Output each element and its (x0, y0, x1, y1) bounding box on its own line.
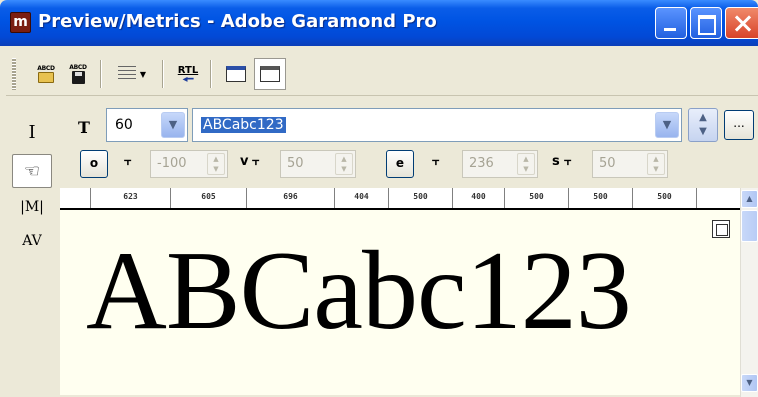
left-v-value[interactable]: 50 (287, 156, 304, 171)
panel-icon (226, 66, 246, 82)
scroll-up-icon[interactable]: ▲ (741, 190, 758, 208)
ruler-value: 696 (283, 192, 298, 201)
preview-canvas[interactable]: ABCabc123 (60, 210, 740, 395)
minimize-button[interactable] (655, 7, 687, 39)
hand-tool-button[interactable]: ☜ (12, 154, 52, 188)
title-bar[interactable]: m Preview/Metrics - Adobe Garamond Pro (0, 0, 758, 46)
open-file-icon (38, 72, 54, 83)
left-sidebearing-icon: ⫟ (124, 154, 132, 169)
right-sidebearing-icon: ⫟ (432, 154, 440, 169)
left-v-icon: ⫟ (252, 154, 260, 169)
toolbar-grip[interactable] (12, 58, 16, 90)
left-sidebearing-field[interactable]: -100 ▲ ▼ (150, 150, 228, 178)
ruler-value: 605 (201, 192, 216, 201)
save-file-label: ABCD (69, 64, 87, 71)
window-title: Preview/Metrics - Adobe Garamond Pro (38, 11, 437, 32)
ruler-cell: 605 (170, 188, 246, 208)
panel-button[interactable] (220, 58, 252, 90)
rtl-icon: ◂━ (182, 73, 194, 85)
text-cursor-icon: I (28, 122, 36, 143)
spinner-arrows-icon[interactable]: ▲ ▼ (647, 153, 665, 175)
font-size-combo[interactable]: 60 ▼ (106, 108, 188, 142)
close-button[interactable] (725, 7, 758, 39)
metrics-ruler: 623 605 696 404 500 400 500 500 500 (60, 188, 740, 210)
chevron-down-icon[interactable]: ▼ (655, 112, 679, 138)
left-v-label: v (240, 154, 249, 169)
scroll-down-icon[interactable]: ▼ (741, 374, 758, 392)
save-file-button[interactable]: ABCD (62, 58, 94, 90)
right-s-value[interactable]: 50 (599, 156, 616, 171)
line-spacing-icon (117, 66, 136, 82)
sample-text-value[interactable]: ABCabc123 (201, 117, 286, 133)
rtl-button[interactable]: RTL ◂━ (172, 58, 204, 90)
ruler-value: 500 (413, 192, 428, 201)
more-button[interactable]: ... (724, 110, 754, 140)
font-size-value[interactable]: 60 (115, 117, 133, 133)
vertical-scrollbar[interactable]: ▲ ▼ (740, 188, 758, 397)
ruler-cell: 500 (632, 188, 696, 208)
ruler-cell: 500 (568, 188, 632, 208)
left-sidebearing-value[interactable]: -100 (157, 156, 187, 171)
tool-palette: I ☜ |M| AV (8, 102, 56, 394)
left-v-field[interactable]: 50 ▲ ▼ (280, 150, 356, 178)
ruler-cell: 400 (452, 188, 504, 208)
right-s-field[interactable]: 50 ▲ ▼ (592, 150, 668, 178)
hand-icon: ☜ (23, 161, 41, 182)
right-sidebearing-field[interactable]: 236 ▲ ▼ (462, 150, 538, 178)
fit-view-button[interactable] (712, 220, 730, 238)
ruler-cell: 500 (388, 188, 452, 208)
scrollbar-thumb[interactable] (741, 210, 758, 242)
metrics-panel-icon (260, 66, 280, 82)
preview-text: ABCabc123 (86, 229, 632, 353)
right-sidebearing-value[interactable]: 236 (469, 156, 494, 171)
right-sidebearing-button[interactable]: e (386, 150, 414, 178)
left-sidebearing-button[interactable]: o (80, 150, 108, 178)
save-file-icon (71, 71, 85, 84)
kerning-tool-button[interactable]: AV (12, 224, 52, 258)
toolbar-separator (100, 60, 102, 88)
sample-text-spinner[interactable]: ▲ ▼ (688, 108, 718, 142)
ruler-cell: 404 (334, 188, 388, 208)
sample-text-combo[interactable]: ABCabc123 ▼ (192, 108, 682, 142)
app-icon: m (10, 12, 31, 33)
ruler-cell: 696 (246, 188, 334, 208)
ruler-value: 404 (354, 192, 369, 201)
maximize-button[interactable] (690, 7, 722, 39)
ruler-cell: 623 (90, 188, 170, 208)
ruler-cell (696, 188, 740, 208)
text-tool-button[interactable]: I (12, 116, 52, 150)
right-s-icon: ⫟ (564, 154, 572, 169)
spinner-arrows-icon[interactable]: ▲ ▼ (517, 153, 535, 175)
toolbar-separator (162, 60, 164, 88)
metrics-tool-button[interactable]: |M| (12, 190, 52, 224)
toolbar: ABCD ABCD ▼ RTL ◂━ (6, 52, 758, 96)
open-file-label: ABCD (37, 65, 55, 72)
kerning-tool-icon: AV (22, 233, 42, 249)
chevron-down-icon: ▼ (139, 69, 147, 79)
chevron-down-icon[interactable]: ▼ (161, 112, 185, 138)
toolbar-separator (210, 60, 212, 88)
spinner-arrows-icon[interactable]: ▲ ▼ (207, 153, 225, 175)
ruler-value: 500 (529, 192, 544, 201)
ruler-value: 500 (593, 192, 608, 201)
open-file-button[interactable]: ABCD (30, 58, 62, 90)
metrics-tool-icon: |M| (20, 199, 44, 215)
preview-metrics-window: m Preview/Metrics - Adobe Garamond Pro A… (0, 0, 758, 397)
ruler-cell: 500 (504, 188, 568, 208)
ruler-value: 400 (471, 192, 486, 201)
line-spacing-dropdown[interactable]: ▼ (110, 58, 154, 90)
ruler-value: 623 (123, 192, 138, 201)
ruler-value: 500 (657, 192, 672, 201)
font-size-icon: T (78, 118, 90, 137)
spinner-arrows-icon[interactable]: ▲ ▼ (335, 153, 353, 175)
metrics-panel-button[interactable] (254, 58, 286, 90)
right-s-label: s (552, 154, 560, 169)
